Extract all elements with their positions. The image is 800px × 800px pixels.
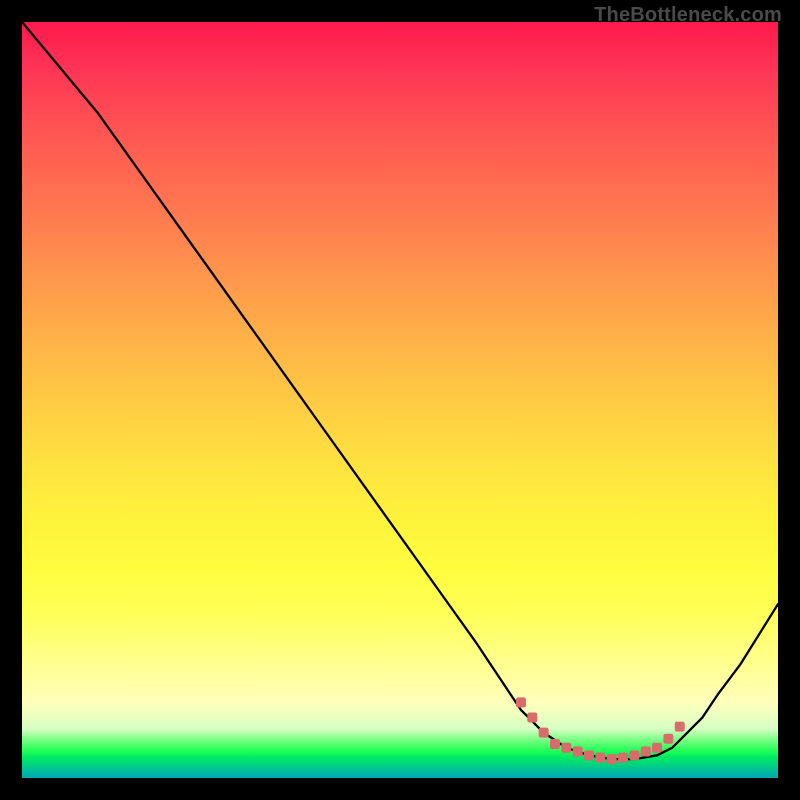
optimal-marker — [527, 713, 537, 723]
optimal-marker — [584, 750, 594, 760]
optimal-marker — [573, 747, 583, 757]
optimal-marker — [618, 753, 628, 763]
plot-area — [22, 22, 778, 778]
chart-svg — [22, 22, 778, 778]
optimal-marker — [629, 750, 639, 760]
optimal-marker — [550, 739, 560, 749]
optimal-marker — [516, 697, 526, 707]
optimal-marker — [561, 743, 571, 753]
optimal-marker — [539, 728, 549, 738]
watermark-text: TheBottleneck.com — [594, 4, 782, 27]
curve-layer — [22, 22, 778, 759]
optimal-marker — [663, 734, 673, 744]
bottleneck-curve — [22, 22, 778, 759]
optimal-marker — [675, 722, 685, 732]
optimal-marker — [595, 753, 605, 763]
chart-container: TheBottleneck.com — [0, 0, 800, 800]
marker-layer — [516, 697, 685, 764]
optimal-marker — [641, 747, 651, 757]
optimal-marker — [607, 754, 617, 764]
optimal-marker — [652, 743, 662, 753]
